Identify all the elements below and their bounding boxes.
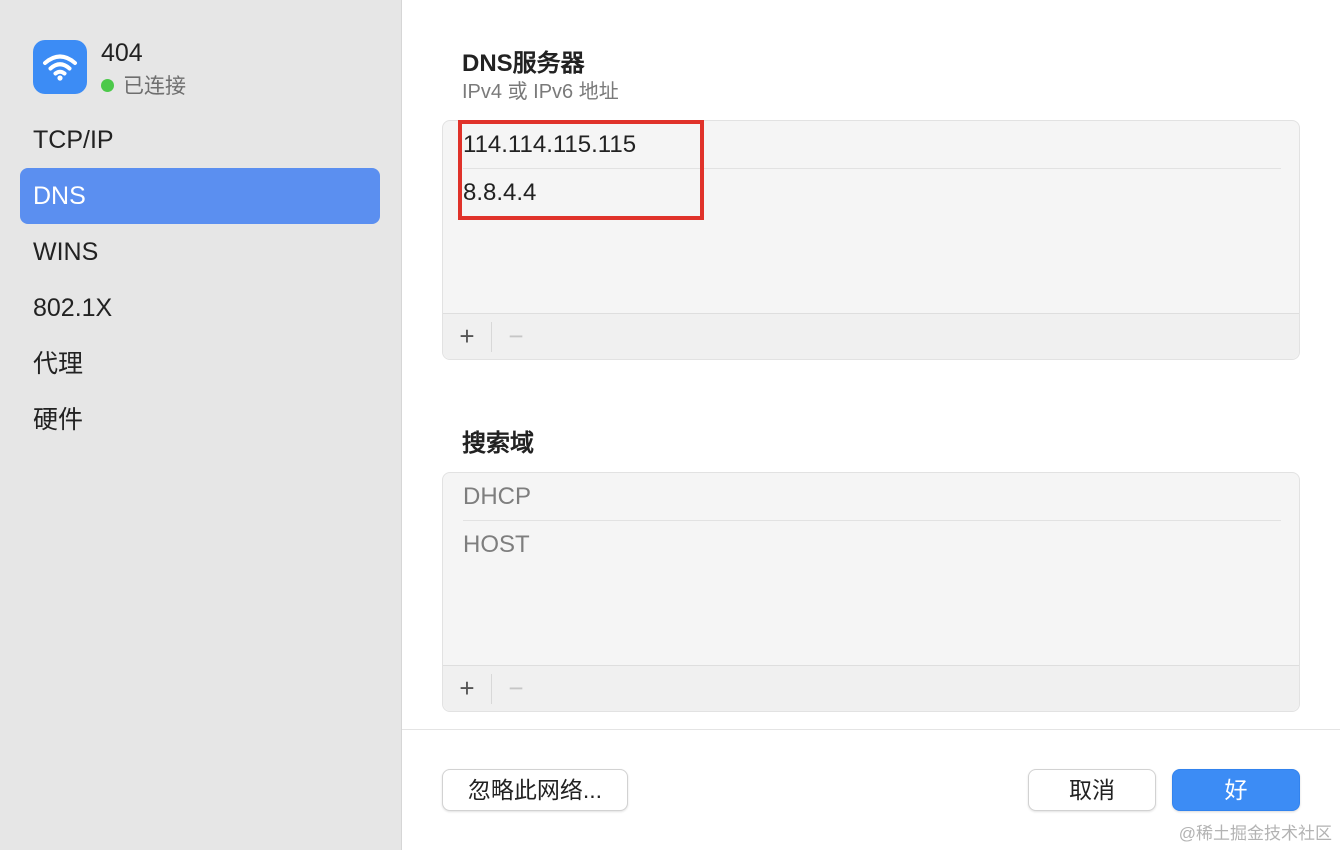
main-panel: DNS服务器 IPv4 或 IPv6 地址 114.114.115.115 8.… [402, 0, 1340, 850]
network-status: 已连接 [101, 70, 186, 100]
remove-dns-button[interactable]: − [492, 314, 540, 359]
network-settings-window: 404 已连接 TCP/IP DNS WINS 802.1X 代理 硬件 DNS… [0, 0, 1340, 850]
network-name: 404 [101, 39, 143, 67]
sidebar-item-proxy[interactable]: 代理 [20, 336, 380, 392]
dns-list-toolbar: + − [443, 313, 1299, 359]
sidebar-item-wins[interactable]: WINS [20, 224, 380, 280]
ignore-network-button[interactable]: 忽略此网络... [442, 769, 628, 811]
search-domain-list: DHCP HOST + − [442, 472, 1300, 712]
search-domain-row: HOST [463, 531, 530, 558]
add-dns-button[interactable]: + [443, 314, 491, 359]
cancel-button[interactable]: 取消 [1028, 769, 1156, 811]
sidebar-item-dns[interactable]: DNS [20, 168, 380, 224]
remove-search-domain-button[interactable]: − [492, 666, 540, 711]
network-header: 404 已连接 [33, 39, 393, 98]
search-domain-toolbar: + − [443, 665, 1299, 711]
connected-status-dot-icon [101, 78, 114, 92]
search-domain-row: DHCP [463, 473, 1281, 521]
search-domains-title: 搜索域 [462, 430, 534, 457]
sidebar-item-tcpip[interactable]: TCP/IP [20, 112, 380, 168]
footer-divider [402, 729, 1340, 730]
add-search-domain-button[interactable]: + [443, 666, 491, 711]
sidebar: 404 已连接 TCP/IP DNS WINS 802.1X 代理 硬件 [0, 0, 402, 850]
network-status-label: 已连接 [123, 75, 186, 98]
watermark: @稀土掘金技术社区 [1178, 824, 1332, 843]
dns-section-title: DNS服务器 [462, 50, 585, 77]
dns-section-subtitle: IPv4 或 IPv6 地址 [462, 81, 619, 103]
highlight-annotation [458, 120, 704, 220]
sidebar-item-8021x[interactable]: 802.1X [20, 280, 380, 336]
sidebar-item-hardware[interactable]: 硬件 [20, 392, 380, 448]
sidebar-nav: TCP/IP DNS WINS 802.1X 代理 硬件 [20, 112, 380, 448]
wifi-icon [33, 40, 87, 94]
ok-button[interactable]: 好 [1172, 769, 1300, 811]
